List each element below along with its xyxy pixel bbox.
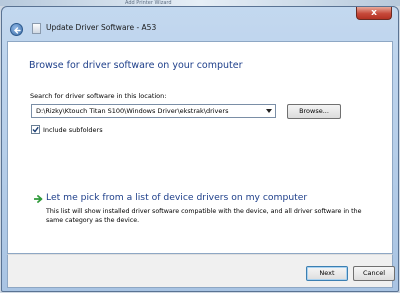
page-title: Browse for driver software on your compu… xyxy=(29,60,243,71)
close-button[interactable]: x xyxy=(356,7,392,20)
chevron-down-icon xyxy=(266,109,272,113)
title-bar[interactable]: Update Driver Software - A53 x xyxy=(2,7,398,41)
search-location-label: Search for driver software in this locat… xyxy=(30,92,167,100)
back-arrow-icon xyxy=(14,27,21,34)
back-button[interactable] xyxy=(10,23,23,36)
combo-dropdown-button[interactable] xyxy=(264,106,274,116)
include-subfolders-checkbox[interactable] xyxy=(31,125,40,134)
green-arrow-icon xyxy=(34,195,43,203)
driver-window-icon xyxy=(32,23,41,34)
update-driver-window: Update Driver Software - A53 x Browse fo… xyxy=(1,6,399,292)
checkmark-icon xyxy=(32,126,39,133)
pick-driver-list-description: This list will show installed driver sof… xyxy=(46,208,362,224)
driver-path-combobox[interactable]: D:\Rizky\Ktouch Titan S100\Windows Drive… xyxy=(31,104,276,118)
cancel-button[interactable]: Cancel xyxy=(353,266,395,281)
window-title: Update Driver Software - A53 xyxy=(46,23,157,32)
pick-driver-list-link[interactable]: Let me pick from a list of device driver… xyxy=(46,192,307,203)
browse-button[interactable]: Browse... xyxy=(287,104,341,119)
wizard-footer: Next Cancel xyxy=(7,254,395,288)
include-subfolders-label[interactable]: Include subfolders xyxy=(43,126,103,134)
wizard-content: Browse for driver software on your compu… xyxy=(7,41,393,254)
driver-path-value[interactable]: D:\Rizky\Ktouch Titan S100\Windows Drive… xyxy=(36,107,228,115)
close-icon: x xyxy=(371,8,377,18)
next-button[interactable]: Next xyxy=(306,266,348,281)
